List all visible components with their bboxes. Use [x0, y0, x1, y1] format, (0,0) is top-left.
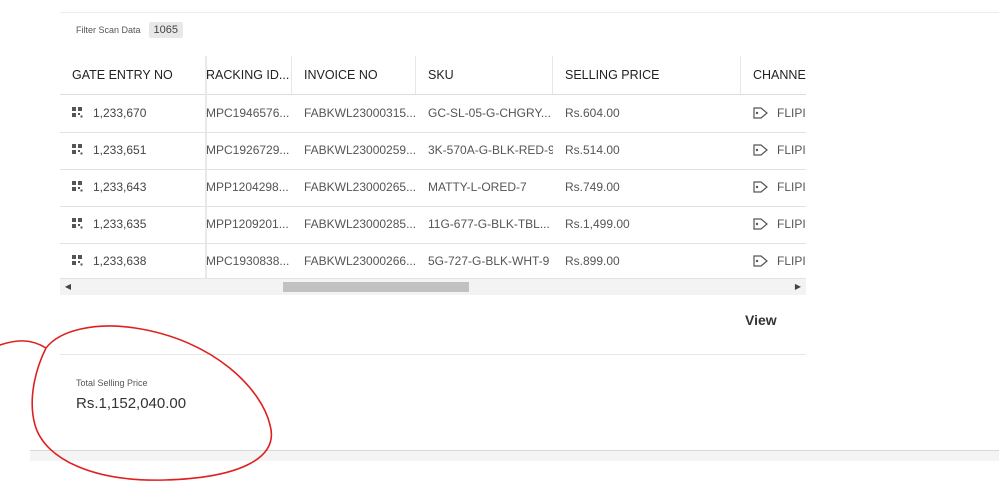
channel: FLIPI [777, 217, 806, 231]
channel: FLIPI [777, 143, 806, 157]
selling-price: Rs.1,499.00 [565, 217, 630, 231]
qr-grid-icon [72, 218, 83, 229]
total-selling-price-label: Total Selling Price [76, 378, 148, 388]
sku: MATTY-L-ORED-7 [428, 180, 527, 194]
section-divider [60, 354, 806, 355]
table-row[interactable]: 1,233,635 MPP1209201... FABKWL23000285..… [60, 206, 806, 244]
channel: FLIPI [777, 180, 806, 194]
channel: FLIPI [777, 106, 806, 120]
grid-header: GATE ENTRY NO RACKING ID... INVOICE NO S… [60, 56, 806, 95]
selling-price: Rs.604.00 [565, 106, 620, 120]
invoice-no: FABKWL23000259... [304, 143, 416, 157]
total-selling-price-value: Rs.1,152,040.00 [76, 395, 187, 412]
selling-price: Rs.749.00 [565, 180, 620, 194]
data-grid: GATE ENTRY NO RACKING ID... INVOICE NO S… [60, 56, 806, 296]
qr-grid-icon [72, 107, 83, 118]
qr-grid-icon [72, 144, 83, 155]
invoice-no: FABKWL23000315... [304, 106, 416, 120]
table-row[interactable]: 1,233,651 MPC1926729... FABKWL23000259..… [60, 132, 806, 170]
table-row[interactable]: 1,233,643 MPP1204298... FABKWL23000265..… [60, 169, 806, 207]
scroll-right-icon[interactable]: ▶ [792, 281, 804, 293]
sku: 11G-677-G-BLK-TBL... [428, 217, 550, 231]
tag-icon [753, 255, 768, 267]
column-header-channel[interactable]: CHANNEL [741, 56, 806, 94]
tracking-id: MPP1209201... [206, 217, 289, 231]
count-badge: 1065 [148, 22, 184, 38]
tracking-id: MPP1204298... [206, 180, 289, 194]
invoice-no: FABKWL23000285... [304, 217, 416, 231]
gate-entry-no: 1,233,638 [93, 254, 147, 268]
invoice-no: FABKWL23000265... [304, 180, 416, 194]
gate-entry-no: 1,233,670 [93, 106, 147, 120]
column-header-invoice-no[interactable]: INVOICE NO [292, 56, 416, 94]
tag-icon [753, 107, 768, 119]
sku: GC-SL-05-G-CHGRY... [428, 106, 551, 120]
table-row[interactable]: 1,233,670 MPC1946576... FABKWL23000315..… [60, 95, 806, 133]
qr-grid-icon [72, 181, 83, 192]
tracking-id: MPC1930838... [206, 254, 290, 268]
column-header-tracking-id[interactable]: RACKING ID... [206, 56, 292, 94]
view-button[interactable]: View [745, 312, 777, 328]
selling-price: Rs.899.00 [565, 254, 620, 268]
tag-icon [753, 181, 768, 193]
scroll-left-icon[interactable]: ◀ [62, 281, 74, 293]
sku: 3K-570A-G-BLK-RED-9 [428, 143, 553, 157]
filter-label: Filter Scan Data [76, 25, 141, 35]
channel: FLIPI [777, 254, 806, 268]
sku: 5G-727-G-BLK-WHT-9 [428, 254, 550, 268]
qr-grid-icon [72, 255, 83, 266]
column-header-gate-entry-no[interactable]: GATE ENTRY NO [60, 56, 206, 94]
tracking-id: MPC1926729... [206, 143, 290, 157]
gate-entry-no: 1,233,635 [93, 217, 147, 231]
tracking-id: MPC1946576... [206, 106, 290, 120]
column-header-sku[interactable]: SKU [416, 56, 553, 94]
scrollbar-thumb[interactable] [283, 282, 469, 292]
invoice-no: FABKWL23000266... [304, 254, 416, 268]
column-header-selling-price[interactable]: SELLING PRICE [553, 56, 741, 94]
gate-entry-no: 1,233,643 [93, 180, 147, 194]
table-row[interactable]: 1,233,638 MPC1930838... FABKWL23000266..… [60, 243, 806, 281]
bottom-bar [30, 450, 999, 461]
gate-entry-no: 1,233,651 [93, 143, 147, 157]
selling-price: Rs.514.00 [565, 143, 620, 157]
filter-scan-data: Filter Scan Data 1065 [76, 22, 184, 38]
tag-icon [753, 144, 768, 156]
top-border [60, 12, 999, 13]
horizontal-scrollbar[interactable]: ◀ ▶ [60, 278, 806, 295]
tag-icon [753, 218, 768, 230]
